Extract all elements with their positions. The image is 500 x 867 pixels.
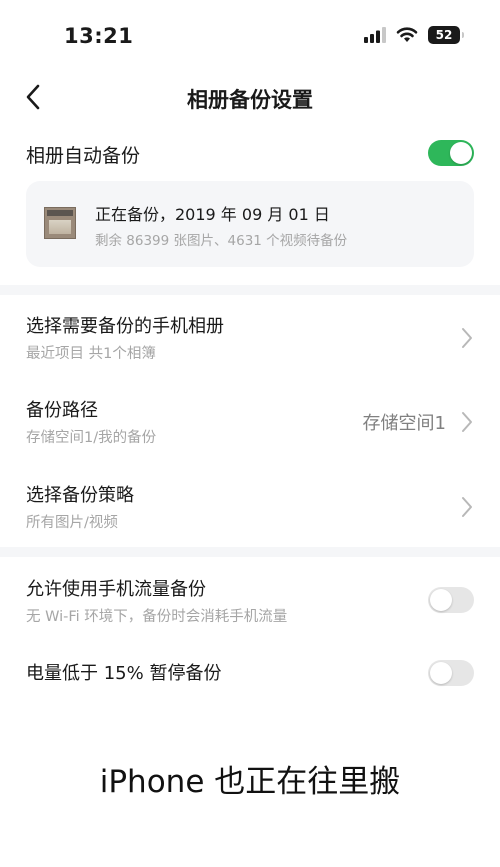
status-icons: 52 [364,26,464,44]
backup-path-value: 存储空间1 [362,413,446,434]
wifi-icon [396,27,418,42]
chevron-right-icon [462,328,472,348]
row-title: 电量低于 15% 暂停备份 [26,663,222,684]
toggle-knob [430,662,452,684]
backup-status-text: 正在备份，2019 年 09 月 01 日 [95,205,330,224]
row-subtitle: 无 Wi-Fi 环境下，备份时会消耗手机流量 [26,609,288,625]
section-divider [0,547,500,557]
row-subtitle: 最近项目 共1个相簿 [26,346,156,362]
status-bar: 13:21 52 [0,0,500,70]
toggle-knob [450,142,472,164]
page-title: 相册备份设置 [187,88,313,112]
signal-icon [364,27,386,43]
row-title: 选择需要备份的手机相册 [26,316,224,337]
backup-strategy-row[interactable]: 选择备份策略 所有图片/视频 [26,481,474,541]
chevron-right-icon [462,412,472,432]
row-title: 备份路径 [26,400,98,421]
low-battery-pause-row: 电量低于 15% 暂停备份 [26,659,474,719]
row-subtitle: 所有图片/视频 [26,515,118,531]
nav-bar: 相册备份设置 [0,72,500,122]
section-divider [0,285,500,295]
battery-icon: 52 [428,26,464,44]
backup-progress-card: 正在备份，2019 年 09 月 01 日 剩余 86399 张图片、4631 … [26,181,474,267]
row-title: 选择备份策略 [26,485,134,506]
low-battery-toggle[interactable] [428,660,474,686]
row-title: 允许使用手机流量备份 [26,579,206,600]
auto-backup-label: 相册自动备份 [26,145,141,167]
auto-backup-toggle[interactable] [428,140,474,166]
chevron-right-icon [462,497,472,517]
row-subtitle: 存储空间1/我的备份 [26,430,157,446]
mobile-data-toggle[interactable] [428,587,474,613]
toggle-knob [430,589,452,611]
auto-backup-row: 相册自动备份 [26,136,474,172]
mobile-data-backup-row: 允许使用手机流量备份 无 Wi-Fi 环境下，备份时会消耗手机流量 [26,575,474,635]
backup-thumbnail [44,207,76,239]
select-albums-row[interactable]: 选择需要备份的手机相册 最近项目 共1个相簿 [26,312,474,372]
backup-path-row[interactable]: 备份路径 存储空间1/我的备份 存储空间1 [26,396,474,456]
backup-remaining-text: 剩余 86399 张图片、4631 个视频待备份 [95,233,348,249]
status-time: 13:21 [64,24,134,48]
caption-text: iPhone 也正在往里搬 [99,764,401,800]
